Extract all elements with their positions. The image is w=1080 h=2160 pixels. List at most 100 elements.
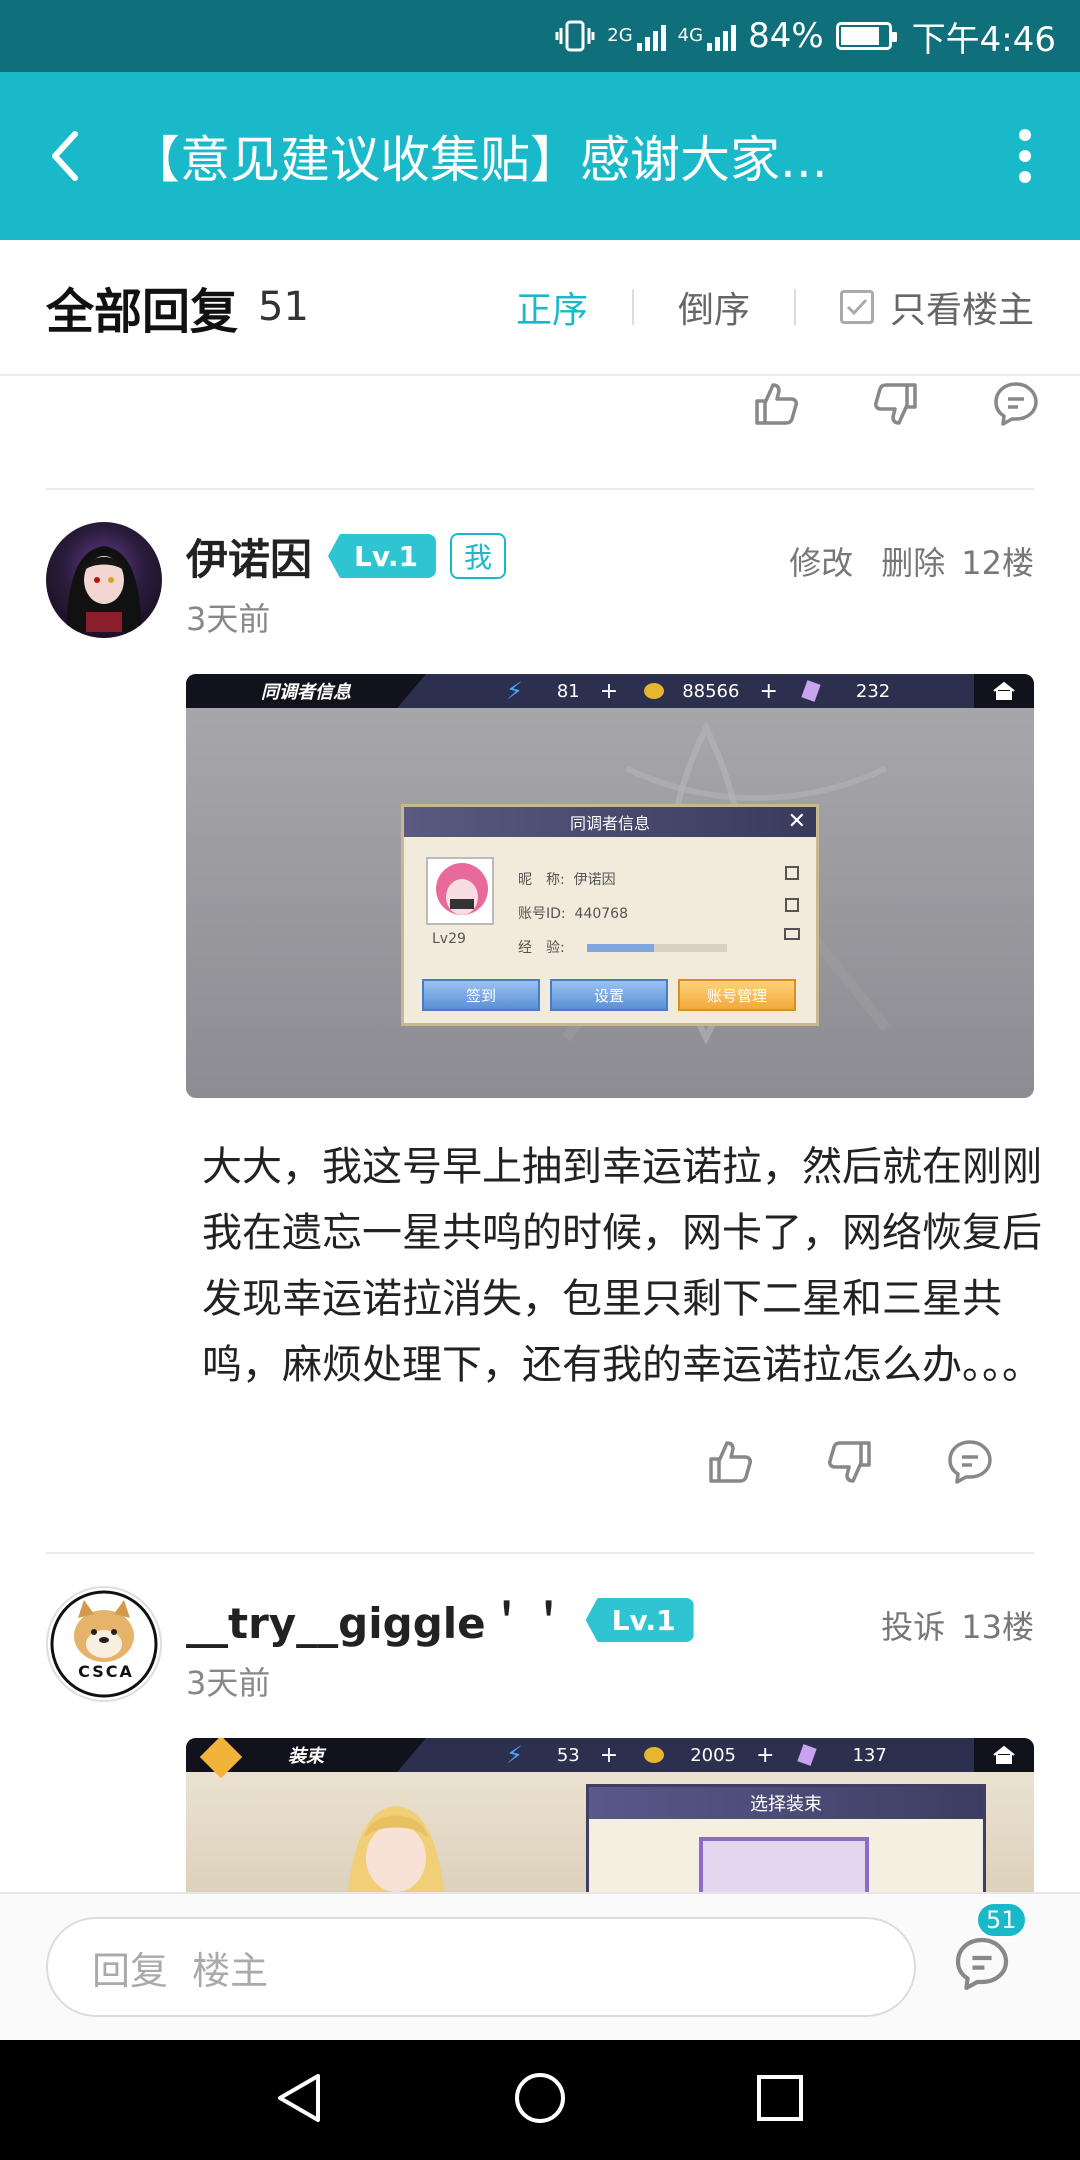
all-replies-title: 全部回复 — [46, 284, 239, 340]
reply-input[interactable]: 回复 楼主 — [46, 1917, 916, 2017]
stamina-resource: ⚡ 81 + — [506, 677, 619, 705]
like-button[interactable] — [748, 376, 804, 432]
signal-4g-icon: 4G — [677, 21, 737, 51]
comment-count-badge: 51 — [976, 1902, 1027, 1938]
reply-post: CSCA __try__giggle＇＇ Lv.1 3天前 投诉 13楼 装束 … — [0, 1554, 1080, 1892]
nick-value: 伊诺因 — [573, 872, 616, 888]
close-icon: ✕ — [787, 809, 806, 834]
thumbs-down-icon — [874, 383, 917, 425]
triangle-back-icon — [278, 2074, 320, 2122]
reply-post: 伊诺因 Lv.1 我 3天前 修改 删除 12楼 同调者信息 ⚡ 81 + 8856… — [0, 490, 1080, 1552]
network-4g-label: 4G — [677, 25, 704, 46]
battery-fill — [840, 27, 880, 45]
more-menu-button[interactable] — [970, 72, 1080, 240]
nav-home-button[interactable] — [512, 2070, 568, 2130]
game-account-button: 账号管理 — [678, 979, 796, 1011]
post-meta: 修改 删除 12楼 — [789, 538, 1034, 584]
app-header: 【意见建议收集贴】感谢大家... — [0, 72, 1080, 240]
comment-icon — [948, 1440, 992, 1484]
post-header: __try__giggle＇＇ Lv.1 3天前 投诉 13楼 — [186, 1554, 1034, 1704]
nav-recents-button[interactable] — [752, 2070, 808, 2130]
coin-resource: 2005 + — [644, 1743, 774, 1768]
circle-home-icon — [515, 2073, 565, 2123]
panel-title: 选择装束 — [589, 1787, 983, 1819]
edit-link[interactable]: 修改 — [789, 538, 853, 584]
sort-descending-tab[interactable]: 倒序 — [678, 281, 750, 333]
post-image[interactable]: 同调者信息 ⚡ 81 + 88566 + 232 同调者信息 ✕ Lv29 昵 … — [186, 674, 1034, 1098]
dislike-button[interactable] — [822, 1434, 878, 1490]
battery-icon — [835, 22, 897, 50]
op-only-label: 只看楼主 — [889, 290, 1034, 331]
back-button[interactable] — [0, 72, 130, 240]
reply-filter-bar: 全部回复 51 正序 倒序 只看楼主 — [0, 240, 1080, 376]
stamina-value: 53 — [556, 1744, 580, 1766]
network-2g-label: 2G — [607, 25, 633, 46]
report-link[interactable]: 投诉 — [881, 1602, 945, 1648]
level-badge: Lv.1 — [585, 1598, 694, 1642]
back-arrow-icon — [52, 131, 78, 181]
home-icon — [974, 674, 1034, 708]
delete-link[interactable]: 删除 — [881, 538, 945, 584]
coin-value: 88566 — [682, 680, 740, 702]
coin-resource: 88566 + — [644, 679, 778, 704]
post-header: 伊诺因 Lv.1 我 3天前 修改 删除 12楼 — [186, 490, 1034, 640]
dialog-title: 同调者信息 — [569, 814, 650, 833]
level-badge: Lv.1 — [328, 534, 436, 578]
op-only-toggle[interactable]: 只看楼主 — [839, 281, 1034, 333]
divider — [631, 289, 634, 325]
username[interactable]: 伊诺因 — [186, 526, 312, 587]
exp-bar — [586, 944, 727, 952]
character-level: Lv29 — [432, 931, 466, 947]
gem-value: 137 — [852, 1744, 887, 1766]
status-bar: 2G 4G 84% 下午4:46 — [0, 0, 1080, 72]
home-icon — [974, 1738, 1034, 1772]
avatar[interactable]: CSCA — [46, 1586, 162, 1702]
game-top-bar: 同调者信息 ⚡ 81 + 88566 + 232 — [186, 674, 1034, 708]
reply-feed[interactable]: 伊诺因 Lv.1 我 3天前 修改 删除 12楼 同调者信息 ⚡ 81 + 8856… — [0, 376, 1080, 1892]
game-settings-button: 设置 — [550, 979, 668, 1011]
sort-ascending-tab[interactable]: 正序 — [516, 281, 588, 333]
vibrate-icon — [555, 19, 595, 53]
square-recents-icon — [757, 2075, 803, 2121]
reply-placeholder: 回复 楼主 — [92, 1948, 269, 1993]
thumbs-up-icon — [755, 383, 798, 425]
comments-button[interactable]: 51 — [952, 1902, 1027, 2002]
clock: 下午4:46 — [911, 19, 1056, 60]
post-actions — [46, 1422, 1034, 1502]
character-portrait — [426, 857, 494, 925]
game-dialog: 同调者信息 ✕ Lv29 昵 称: 伊诺因 账号ID: 440768 经 验: — [401, 804, 819, 1026]
post-time: 3天前 — [186, 1664, 271, 1702]
comment-button[interactable] — [988, 376, 1044, 432]
battery-percent: 84% — [748, 16, 824, 56]
game-section-title: 同调者信息 — [186, 674, 426, 708]
system-nav-bar — [0, 2040, 1080, 2160]
character-art — [348, 1806, 444, 1892]
divider — [793, 289, 796, 325]
username[interactable]: __try__giggle＇＇ — [186, 1590, 570, 1651]
avatar[interactable] — [46, 522, 162, 638]
comment-icon — [955, 1937, 1009, 1991]
floor-number: 13楼 — [961, 1608, 1034, 1646]
post-body-text: 大大，我这号早上抽到幸运诺拉，然后就在刚刚我在遗忘一星共鸣的时候，网卡了，网络恢… — [202, 1144, 1042, 1388]
stamina-value: 81 — [556, 680, 580, 702]
comment-button[interactable] — [942, 1434, 998, 1490]
id-label: 账号ID: — [518, 906, 566, 922]
comment-icon — [994, 382, 1038, 426]
post-image[interactable]: 装束 ⚡ 53 + 2005 + 137 选择装束 — [186, 1738, 1034, 1892]
prev-post-actions — [0, 376, 1080, 464]
thumbs-up-icon — [709, 1441, 752, 1483]
thumbs-down-icon — [828, 1441, 871, 1483]
stamina-resource: ⚡ 53 + — [506, 1741, 619, 1769]
reply-count: 51 — [258, 284, 309, 330]
gem-value: 232 — [855, 680, 891, 702]
page-title: 【意见建议收集贴】感谢大家... — [130, 131, 828, 189]
gem-resource: 232 — [801, 680, 891, 702]
gem-resource: 137 — [797, 1744, 887, 1766]
select-outfit-panel: 选择装束 — [586, 1784, 986, 1892]
nick-label: 昵 称: — [518, 872, 565, 888]
nav-back-button[interactable] — [272, 2070, 328, 2130]
dislike-button[interactable] — [868, 376, 924, 432]
like-button[interactable] — [702, 1434, 758, 1490]
post-time: 3天前 — [186, 600, 271, 638]
reply-bar: 回复 楼主 51 — [0, 1892, 1080, 2040]
